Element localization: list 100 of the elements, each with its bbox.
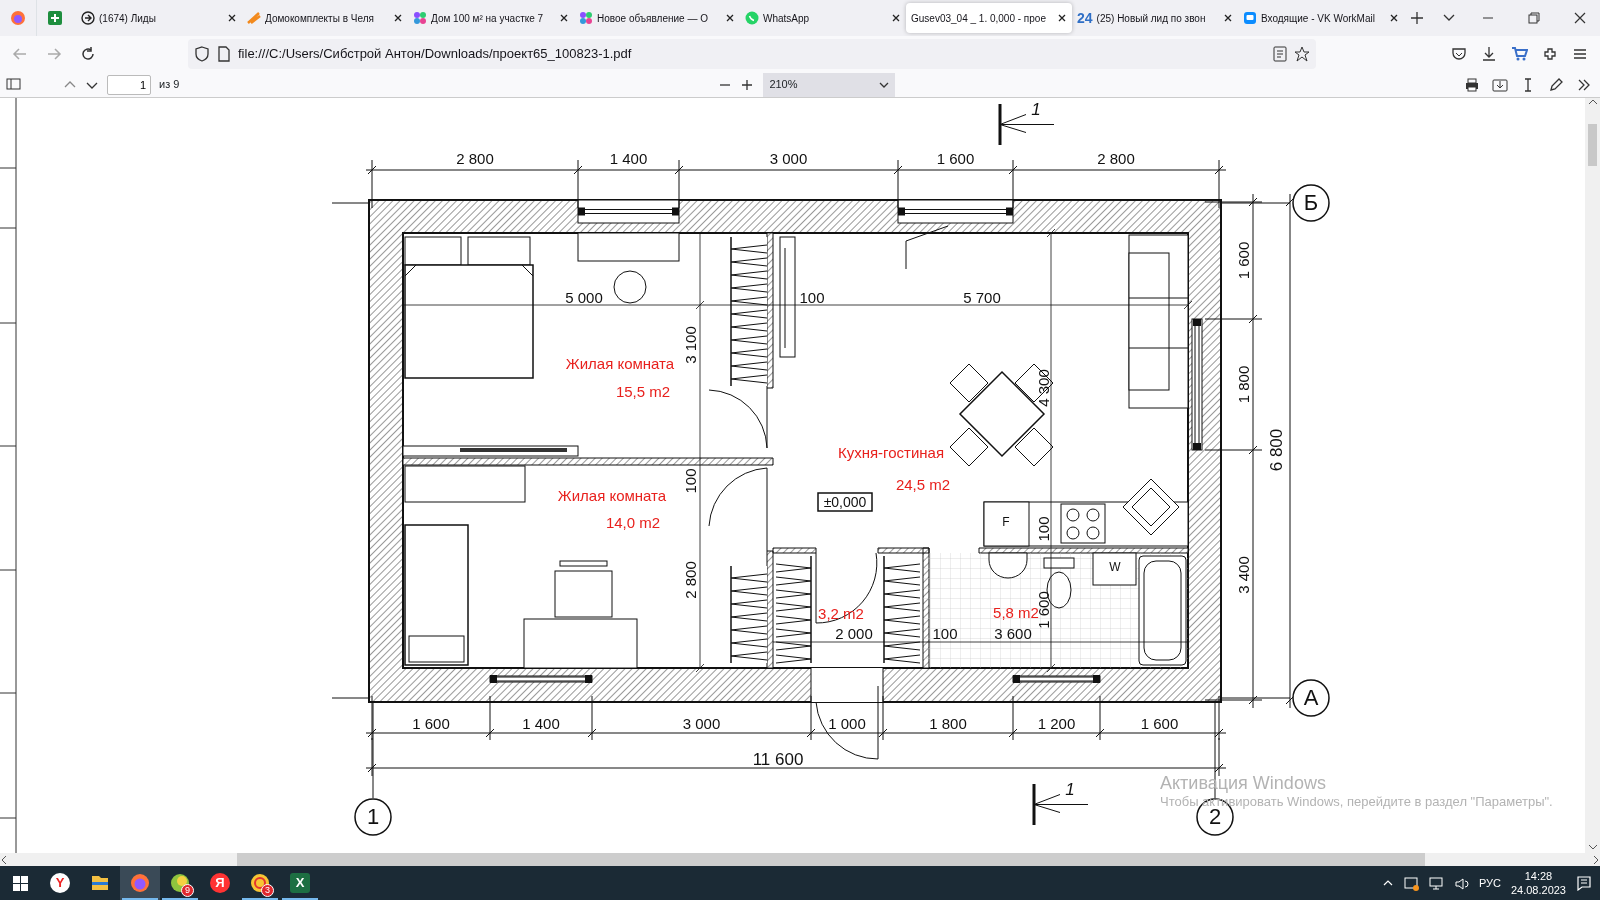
puzzle-icon[interactable] bbox=[1542, 46, 1558, 62]
dimension-label: 5 000 bbox=[565, 288, 603, 306]
zoom-select[interactable]: 210% bbox=[763, 72, 896, 97]
browser-tab[interactable]: Новое объявление — О bbox=[574, 3, 740, 33]
printer-icon[interactable] bbox=[1464, 76, 1480, 93]
logo-text: 24 bbox=[1077, 8, 1093, 28]
windows-start-icon[interactable] bbox=[12, 875, 28, 891]
browser-tab[interactable]: Gusev03_04 _ 1. 0,000 - прое bbox=[906, 3, 1072, 33]
room-name-label: Жилая комната bbox=[557, 486, 667, 504]
room-area-label: 14,0 m2 bbox=[605, 513, 661, 531]
browser-tab[interactable]: (1674) Лиды bbox=[76, 3, 242, 33]
close-icon[interactable] bbox=[559, 13, 569, 23]
dimension-label: 3 400 bbox=[1234, 556, 1252, 594]
close-icon[interactable] bbox=[1223, 13, 1233, 23]
door-drawing bbox=[708, 387, 768, 449]
pencil-icon[interactable] bbox=[1548, 76, 1564, 93]
folder-icon bbox=[90, 873, 110, 893]
browser-tab[interactable]: 24 (25) Новый лид по звон bbox=[1072, 3, 1238, 33]
dots-icon bbox=[413, 11, 427, 25]
app-logo-text: X bbox=[290, 873, 310, 893]
sidebar-toggle-icon[interactable] bbox=[6, 77, 21, 92]
close-icon[interactable] bbox=[1057, 13, 1067, 23]
shield-icon[interactable] bbox=[194, 46, 210, 62]
browser-tab[interactable]: Домокомплекты в Челя bbox=[242, 3, 408, 33]
room-name-label: Кухня-гостиная bbox=[837, 443, 945, 461]
close-icon[interactable] bbox=[227, 13, 237, 23]
restore-icon[interactable] bbox=[1528, 12, 1540, 24]
level-mark: ±0,000 bbox=[817, 492, 873, 512]
dimension-label: 2 000 bbox=[835, 624, 873, 642]
appliance-label: F bbox=[1002, 515, 1010, 530]
close-icon[interactable] bbox=[393, 13, 403, 23]
close-icon[interactable] bbox=[1574, 12, 1586, 24]
close-icon[interactable] bbox=[891, 13, 901, 23]
dimension-label: 100 bbox=[932, 624, 958, 642]
door-drawing bbox=[815, 552, 878, 624]
dimension-label: 3 100 bbox=[681, 326, 699, 364]
round-table-drawing bbox=[613, 270, 647, 304]
dimension-label: 1 800 bbox=[929, 714, 967, 732]
zoom-in-icon[interactable] bbox=[741, 78, 754, 91]
app-logo-text: Y bbox=[50, 873, 70, 893]
circle-app-icon bbox=[170, 873, 190, 893]
spreadsheet-tab-icon[interactable] bbox=[46, 10, 63, 26]
reader-view-icon[interactable] bbox=[1272, 46, 1288, 62]
sink-drawing bbox=[1122, 478, 1180, 536]
browser-tab[interactable]: Входящие - VK WorkMail bbox=[1238, 3, 1404, 33]
dots-icon bbox=[579, 11, 593, 25]
save-icon[interactable] bbox=[1492, 76, 1508, 93]
menu-icon[interactable] bbox=[1572, 46, 1588, 62]
close-icon[interactable] bbox=[725, 13, 735, 23]
dimension-label: 1 400 bbox=[609, 149, 648, 167]
arrow-circle-icon bbox=[81, 11, 95, 25]
room-area-label: 3,2 m2 bbox=[818, 604, 864, 622]
network-icon[interactable] bbox=[1428, 875, 1444, 891]
browser-logo-icon[interactable] bbox=[10, 10, 26, 26]
dimension-label: 2 800 bbox=[456, 149, 494, 167]
dimension-label: 1 600 bbox=[412, 714, 450, 732]
dimension-label: 1 400 bbox=[522, 714, 560, 732]
reload-icon[interactable] bbox=[80, 46, 96, 62]
appliance-label: W bbox=[1109, 560, 1121, 575]
clock-date[interactable]: 24.08.2023 bbox=[1510, 883, 1566, 898]
browser-tab[interactable]: Дом 100 м² на участке 7 bbox=[408, 3, 574, 33]
plus-icon[interactable] bbox=[1410, 11, 1424, 25]
dimension-label: 1 600 bbox=[1140, 714, 1179, 732]
vertical-scrollbar[interactable] bbox=[1585, 98, 1600, 853]
door-drawing bbox=[905, 225, 949, 270]
washing-machine-drawing bbox=[1092, 552, 1137, 586]
clock-time[interactable]: 14:28 bbox=[1524, 868, 1553, 883]
pocket-icon[interactable] bbox=[1451, 46, 1467, 62]
close-icon[interactable] bbox=[1389, 13, 1399, 23]
room-area-label: 24,5 m2 bbox=[895, 475, 951, 493]
download-icon[interactable] bbox=[1481, 46, 1497, 62]
speaker-icon[interactable] bbox=[1453, 875, 1469, 891]
browser-tab[interactable]: WhatsApp bbox=[740, 3, 906, 33]
washbasin-drawing bbox=[988, 552, 1028, 579]
axis-marker: 1 bbox=[354, 798, 392, 836]
scrollbar-thumb[interactable] bbox=[1588, 124, 1597, 166]
taskbar-app[interactable]: 3 bbox=[240, 866, 280, 900]
page-icon[interactable] bbox=[216, 46, 232, 62]
page-count-label: из 9 bbox=[159, 77, 180, 93]
dimension-label: 3 000 bbox=[682, 714, 721, 732]
taskbar-app[interactable]: Y bbox=[40, 866, 80, 900]
dimension-label: 1 200 bbox=[1037, 714, 1076, 732]
taskbar-app[interactable]: X bbox=[280, 866, 320, 900]
cart-icon[interactable] bbox=[1511, 45, 1528, 63]
page-number-field[interactable]: 1 bbox=[107, 74, 151, 95]
taskbar-app[interactable]: 9 bbox=[160, 866, 200, 900]
taskbar-app[interactable] bbox=[120, 866, 160, 900]
dimension-label: 1 800 bbox=[1234, 365, 1252, 404]
scrollbar-thumb[interactable] bbox=[237, 853, 1425, 866]
tray-app-icon[interactable] bbox=[1403, 875, 1419, 891]
taskbar-app[interactable]: Я bbox=[200, 866, 240, 900]
language-indicator[interactable]: РУС bbox=[1478, 874, 1501, 892]
room-area-label: 15,5 m2 bbox=[615, 382, 671, 400]
notification-icon[interactable] bbox=[1576, 875, 1592, 891]
chat-bubble-icon bbox=[745, 11, 759, 25]
star-icon[interactable] bbox=[1294, 46, 1310, 62]
dimension-label: 1 600 bbox=[1234, 241, 1252, 280]
dimension-label: 100 bbox=[1034, 516, 1052, 542]
horizontal-scrollbar[interactable] bbox=[0, 853, 1600, 866]
stove-drawing bbox=[1060, 503, 1106, 544]
